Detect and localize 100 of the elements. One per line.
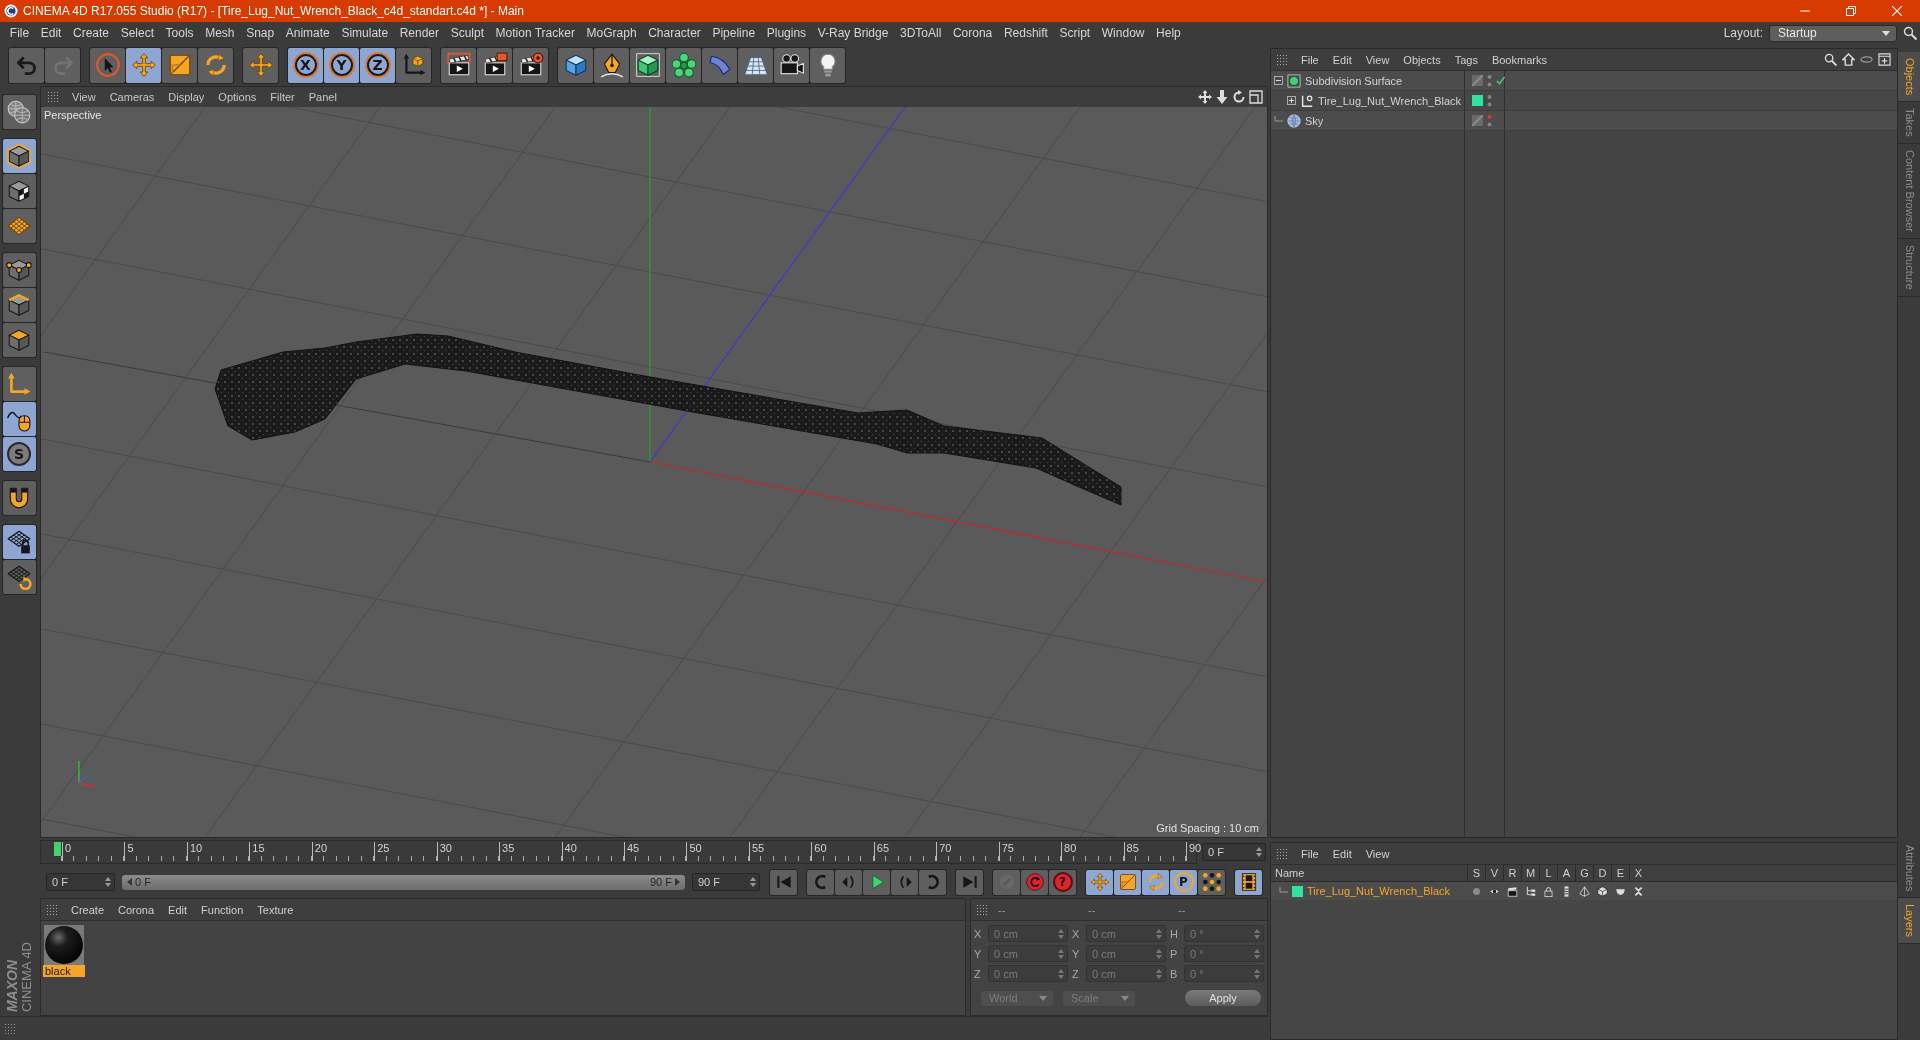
- menu-item[interactable]: Window: [1096, 23, 1151, 43]
- home-icon[interactable]: [1842, 53, 1855, 66]
- cloner-button[interactable]: [666, 47, 701, 83]
- spinner-arrows-icon[interactable]: [1156, 968, 1162, 979]
- triangle-right-icon[interactable]: [675, 878, 680, 886]
- menu-item[interactable]: Snap: [240, 23, 280, 43]
- panel-menu-item[interactable]: Create: [64, 903, 112, 916]
- play-button[interactable]: [863, 869, 890, 895]
- axis-lock-button[interactable]: Z: [360, 47, 395, 83]
- viewport-menu-item[interactable]: Panel: [301, 91, 344, 103]
- panel-menu-item[interactable]: Tags: [1447, 53, 1485, 66]
- autokey-button[interactable]: [1021, 869, 1048, 895]
- side-tab[interactable]: Layers: [1898, 897, 1920, 944]
- visibility-dots-icon[interactable]: [1487, 113, 1492, 128]
- subdivision-button[interactable]: [630, 47, 665, 83]
- panel-grip-icon[interactable]: [976, 903, 988, 916]
- layer-swatch-icon[interactable]: [1472, 95, 1483, 106]
- make-editable-button[interactable]: [2, 95, 36, 129]
- camera-button[interactable]: [774, 47, 809, 83]
- panel-menu-item[interactable]: Corona: [111, 903, 162, 916]
- menu-item[interactable]: Tools: [159, 23, 200, 43]
- go-to-end-button[interactable]: [956, 869, 983, 895]
- workplane-mode-button[interactable]: [2, 209, 36, 243]
- spinner-arrows-icon[interactable]: [1254, 948, 1260, 959]
- menu-item[interactable]: Pipeline: [706, 23, 761, 43]
- expand-toggle-icon[interactable]: [1274, 76, 1283, 85]
- scale-button[interactable]: [162, 47, 197, 83]
- wrench-model[interactable]: [214, 333, 1122, 506]
- magnet-button[interactable]: [2, 481, 36, 515]
- menu-item[interactable]: MoGraph: [580, 23, 643, 43]
- menu-item[interactable]: Motion Tracker: [489, 23, 581, 43]
- layer-row[interactable]: Tire_Lug_Nut_Wrench_Black: [1271, 882, 1897, 900]
- spinner-arrows-icon[interactable]: [1058, 968, 1064, 979]
- workplane-lock-button[interactable]: [2, 525, 36, 559]
- four-way-arrow-icon[interactable]: [1198, 90, 1212, 104]
- spinner-arrows-icon[interactable]: [750, 877, 756, 887]
- cube-button[interactable]: [558, 47, 593, 83]
- viewport-menu-item[interactable]: Display: [161, 91, 212, 103]
- apply-button[interactable]: Apply: [1185, 990, 1261, 1006]
- panel-menu-item[interactable]: File: [1294, 847, 1326, 860]
- render-settings-button[interactable]: [513, 47, 548, 83]
- visibility-dots-icon[interactable]: [1487, 93, 1492, 108]
- parameter-key-button[interactable]: P: [1170, 869, 1197, 895]
- menu-item[interactable]: Create: [67, 23, 115, 43]
- axis-lock-button[interactable]: Y: [324, 47, 359, 83]
- search-icon[interactable]: [1903, 26, 1917, 40]
- x-shape-icon[interactable]: [1632, 885, 1644, 897]
- layout-dropdown[interactable]: Startup: [1769, 24, 1897, 42]
- light-button[interactable]: [810, 47, 845, 83]
- panel-grip-icon[interactable]: [46, 903, 58, 916]
- object-row[interactable]: Tire_Lug_Nut_Wrench_Black: [1271, 91, 1897, 111]
- move-button[interactable]: [126, 47, 161, 83]
- panel-menu-item[interactable]: File: [1294, 53, 1326, 66]
- edges-mode-button[interactable]: [2, 288, 36, 322]
- object-row[interactable]: Sky: [1271, 111, 1897, 131]
- render-picture-button[interactable]: [477, 47, 512, 83]
- previous-key-button[interactable]: [807, 869, 834, 895]
- layer-swatch-icon[interactable]: [1292, 885, 1303, 897]
- axis-mode-button[interactable]: [2, 367, 36, 401]
- panel-grip-icon[interactable]: [47, 91, 59, 103]
- menu-item[interactable]: Edit: [34, 23, 68, 43]
- panel-menu-item[interactable]: View: [1358, 847, 1397, 860]
- end-frame-field[interactable]: 90 F: [692, 873, 760, 891]
- live-selection-button[interactable]: [90, 47, 125, 83]
- recent-tool-button[interactable]: [243, 47, 278, 83]
- panel-grip-icon[interactable]: [4, 1022, 16, 1035]
- lock-icon[interactable]: [1542, 885, 1554, 897]
- solo-dot-icon[interactable]: [1470, 885, 1482, 897]
- points-mode-button[interactable]: [2, 253, 36, 287]
- hierarchy-icon[interactable]: [1524, 885, 1536, 897]
- deformer-button[interactable]: [702, 47, 737, 83]
- next-key-button[interactable]: [919, 869, 946, 895]
- render-view-button[interactable]: [441, 47, 476, 83]
- panel-menu-item[interactable]: View: [1358, 53, 1397, 66]
- visibility-dots-icon[interactable]: [1487, 73, 1492, 88]
- viewport-menu-item[interactable]: View: [65, 91, 103, 103]
- panel-grip-icon[interactable]: [1276, 847, 1288, 860]
- spinner-arrows-icon[interactable]: [1156, 948, 1162, 959]
- menu-item[interactable]: Mesh: [199, 23, 241, 43]
- spinner-arrows-icon[interactable]: [1256, 847, 1262, 857]
- clapperboard-icon[interactable]: [1506, 885, 1518, 897]
- texture-mode-button[interactable]: [2, 174, 36, 208]
- viewport-menu-item[interactable]: Cameras: [102, 91, 162, 103]
- panel-menu-item[interactable]: Edit: [1325, 847, 1359, 860]
- spinner-arrows-icon[interactable]: [1058, 948, 1064, 959]
- spinner-arrows-icon[interactable]: [1254, 928, 1260, 939]
- undo-button[interactable]: [9, 47, 44, 83]
- menu-item[interactable]: V-Ray Bridge: [811, 23, 895, 43]
- ellipse-icon[interactable]: [1860, 53, 1873, 66]
- snap-button[interactable]: S: [2, 437, 36, 471]
- model-mode-button[interactable]: [2, 139, 36, 173]
- rotation-key-button[interactable]: [1142, 869, 1169, 895]
- menu-item[interactable]: Redshift: [998, 23, 1054, 43]
- panel-menu-item[interactable]: Bookmarks: [1484, 53, 1554, 66]
- menu-item[interactable]: File: [4, 23, 35, 43]
- side-tab[interactable]: Objects: [1898, 52, 1920, 103]
- pla-key-button[interactable]: [1198, 869, 1225, 895]
- menu-item[interactable]: Character: [642, 23, 707, 43]
- spinner-arrows-icon[interactable]: [1156, 928, 1162, 939]
- start-frame-field[interactable]: 0 F: [46, 873, 115, 891]
